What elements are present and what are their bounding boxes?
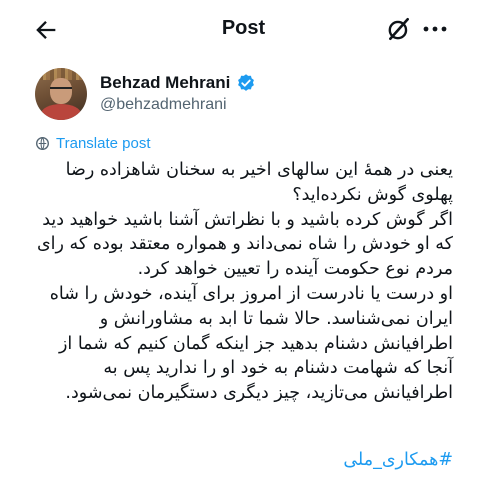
post-line: اگر گوش کرده باشید و با نظراتش آشنا باشی… (42, 209, 453, 230)
author-name-row[interactable]: Behzad Mehrani (100, 73, 256, 93)
post-text: یعنی در همهٔ این سالهای اخیر به سخنان شا… (35, 158, 453, 406)
avatar[interactable] (35, 68, 87, 120)
author-handle[interactable]: @behzadmehrani (100, 96, 227, 114)
post-line: اطرافیانش دشنام بدهید جز اینکه گمان کنیم… (58, 333, 453, 354)
post-line: او درست یا نادرست از امروز برای آینده، خ… (49, 283, 453, 304)
post-line: پهلوی گوش نکرده‌اید؟ (292, 184, 453, 205)
avatar-glasses (50, 87, 72, 94)
top-bar: Post (0, 0, 487, 58)
avatar-shirt (41, 104, 81, 120)
verified-badge-icon (238, 74, 255, 91)
more-horizontal-icon[interactable] (422, 22, 448, 36)
post-line: که او خودش را شاه نمی‌داند و همواره معتق… (36, 234, 453, 255)
post-line: مردم نوع حکومت آینده را تعیین خواهد کرد. (137, 259, 453, 280)
post-line: اطرافیانش می‌تازید، چیز دیگری دستگیرمان … (65, 383, 453, 404)
post-line: یعنی در همهٔ این سالهای اخیر به سخنان شا… (65, 160, 453, 180)
post-line: آنجا که شهامت دشنام به خود او را ندارید … (103, 358, 453, 379)
page-title: Post (221, 17, 266, 39)
translate-post-link[interactable]: Translate post (35, 135, 151, 152)
hashtag-link[interactable]: #همکاری_ملی (343, 450, 453, 470)
grok-icon[interactable] (386, 16, 412, 42)
author-name[interactable]: Behzad Mehrani (100, 73, 230, 93)
post-line: ایران نمی‌شناسد. حالا شما تا ابد به مشاو… (99, 308, 453, 329)
globe-translate-icon (36, 137, 49, 150)
translate-post-label[interactable]: Translate post (56, 135, 151, 152)
